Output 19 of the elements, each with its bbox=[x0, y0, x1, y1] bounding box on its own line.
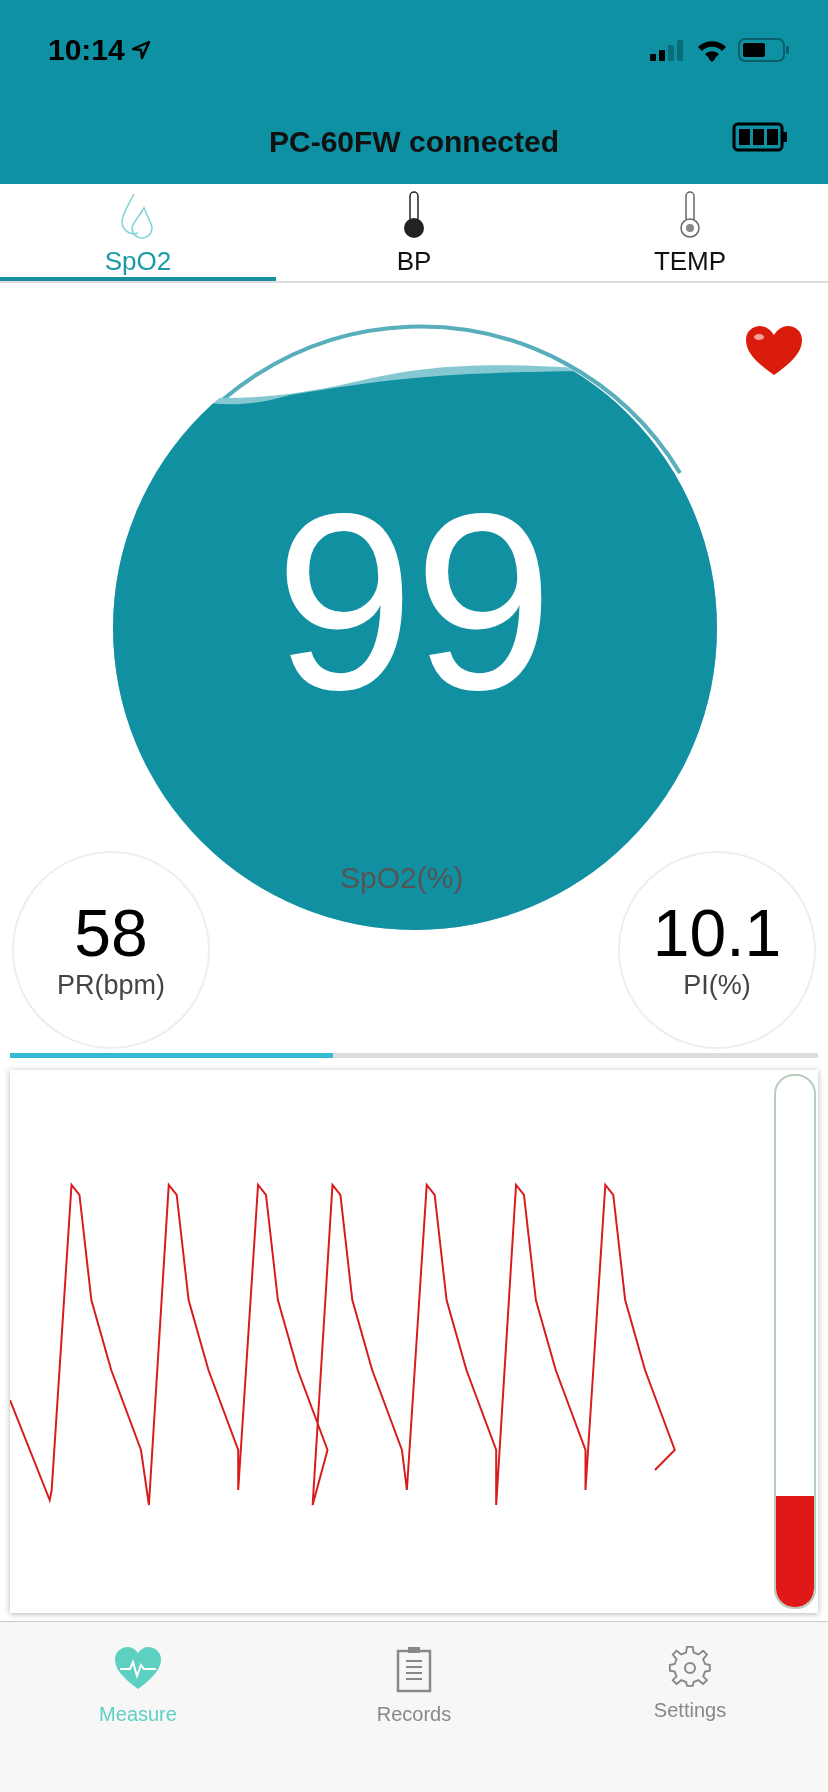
pulse-rate-unit: PR(bpm) bbox=[57, 969, 165, 1001]
nav-tab[interactable]: Settings bbox=[552, 1644, 828, 1723]
spo2-unit: SpO2(%) bbox=[340, 861, 464, 895]
settings-icon bbox=[668, 1645, 712, 1689]
wifi-icon bbox=[696, 38, 728, 62]
status-time: 10:14 bbox=[48, 33, 125, 67]
clipboard-icon bbox=[394, 1645, 434, 1693]
location-arrow-icon bbox=[130, 40, 151, 60]
pulse-rate-value: 58 bbox=[74, 899, 148, 966]
perfusion-index-unit: PI(%) bbox=[683, 969, 751, 1001]
nav-tab[interactable]: Records bbox=[276, 1644, 552, 1727]
header-title: PC-60FW connected bbox=[268, 125, 559, 159]
heart-icon bbox=[744, 325, 804, 377]
nav-tab[interactable]: Measure bbox=[0, 1644, 276, 1727]
battery-icon bbox=[738, 38, 790, 62]
perfusion-index-value: 10.1 bbox=[652, 899, 782, 966]
device-battery-icon bbox=[732, 122, 788, 152]
signal-icon bbox=[650, 39, 686, 61]
spo2-value: 99 bbox=[273, 478, 555, 728]
